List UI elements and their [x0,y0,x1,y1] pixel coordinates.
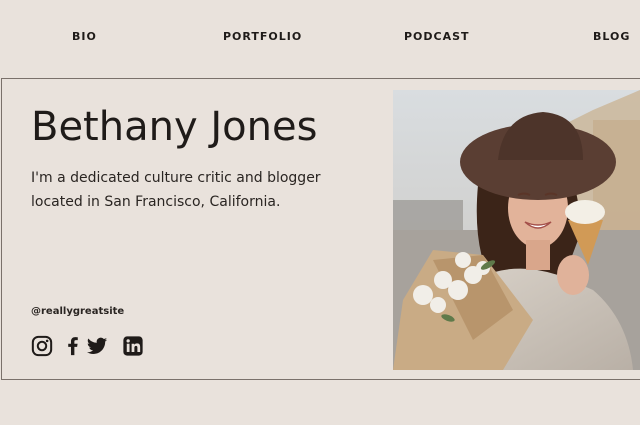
instagram-icon[interactable] [31,335,53,357]
profile-photo [393,90,640,370]
linkedin-icon[interactable] [122,335,144,357]
nav-item-blog[interactable]: BLOG [593,30,630,43]
nav-item-portfolio[interactable]: PORTFOLIO [223,30,302,43]
social-handle[interactable]: @reallygreatsite [31,306,124,317]
top-navigation: BIO PORTFOLIO PODCAST BLOG [0,30,640,44]
profile-intro: I'm a dedicated culture critic and blogg… [31,170,321,210]
twitter-icon[interactable] [86,335,108,357]
profile-name: Bethany Jones [31,104,318,150]
facebook-icon[interactable] [62,335,84,357]
nav-item-podcast[interactable]: PODCAST [404,30,470,43]
nav-item-bio[interactable]: BIO [72,30,97,43]
